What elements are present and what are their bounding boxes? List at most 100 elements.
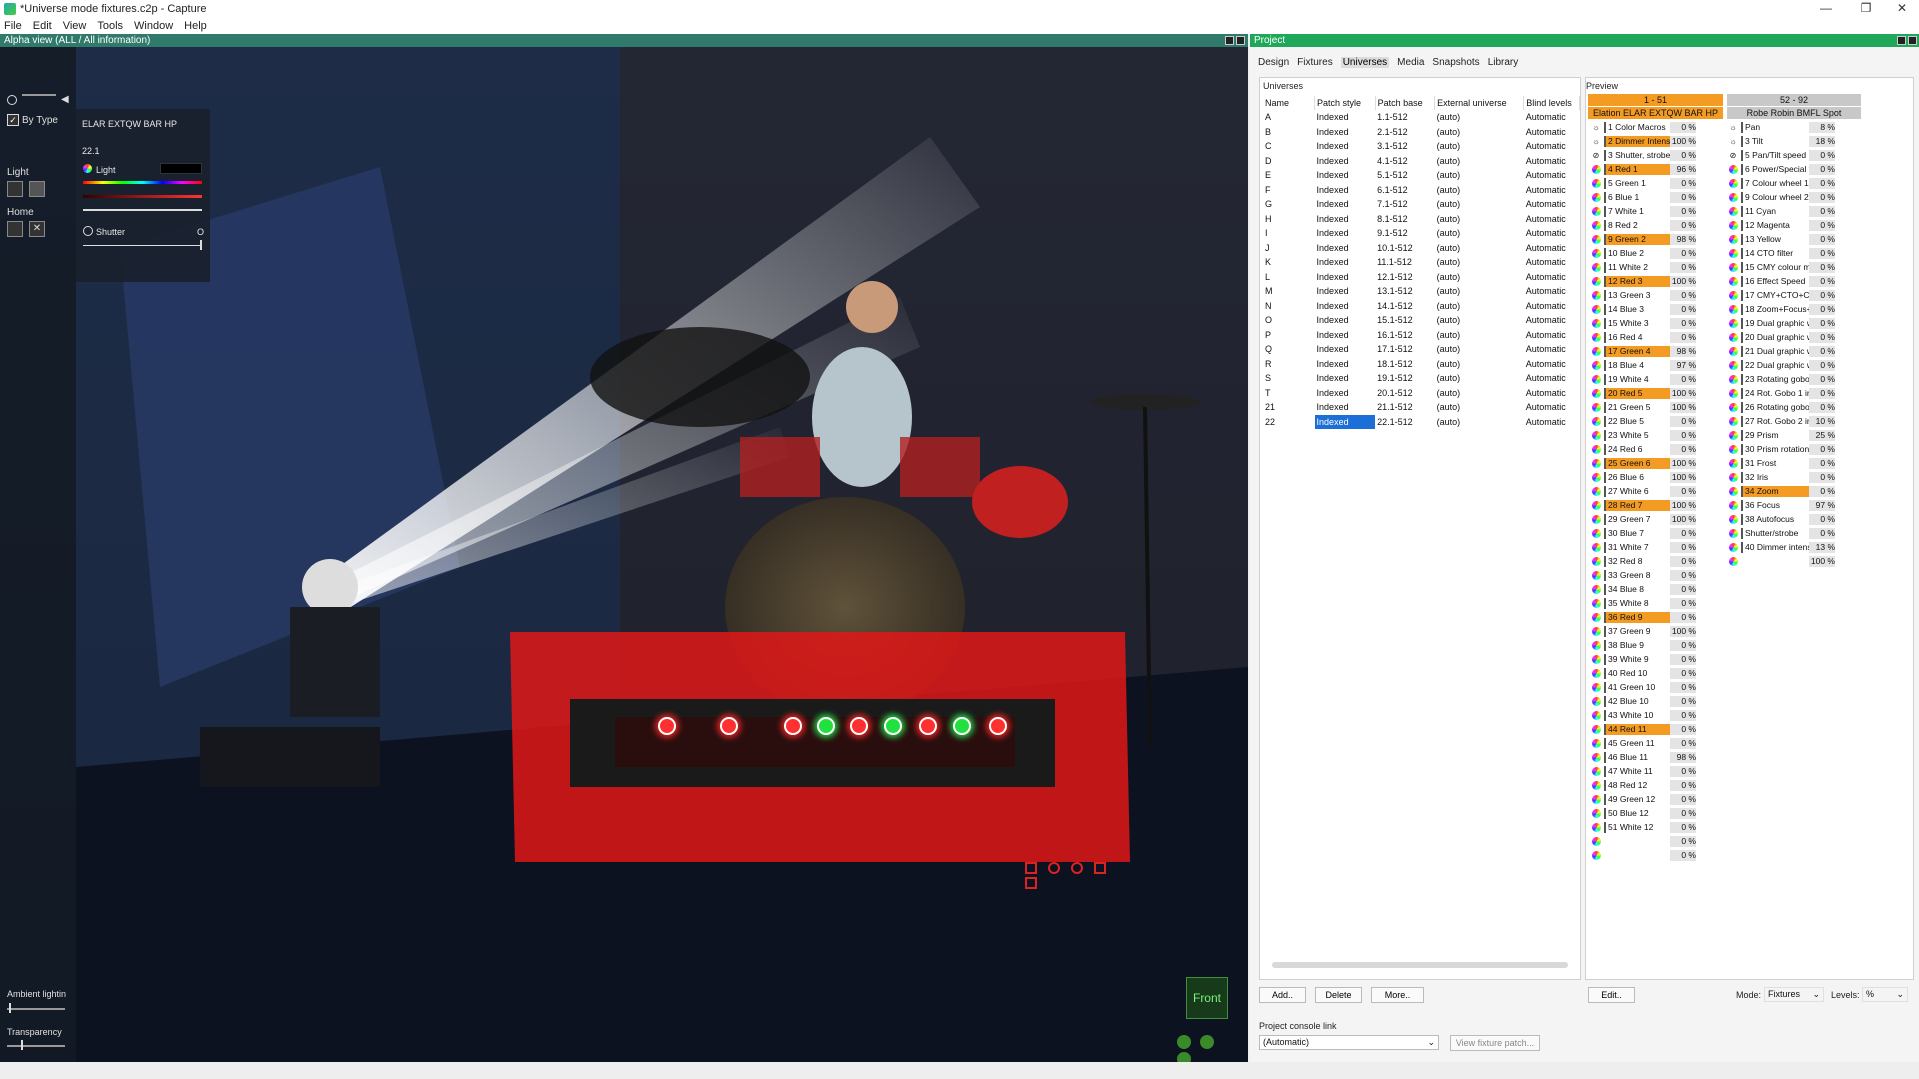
table-row[interactable]: C Indexed 3.1-512 (auto) Automatic bbox=[1263, 139, 1580, 154]
camera-cube[interactable]: Front bbox=[1186, 977, 1228, 1019]
edit-button[interactable]: Edit.. bbox=[1588, 987, 1635, 1003]
copy-tool-icon[interactable] bbox=[1094, 862, 1107, 874]
channel-row[interactable]: 35 White 8 0 % bbox=[1604, 597, 1722, 611]
channel-row[interactable]: 12 Magenta 0 % bbox=[1741, 219, 1861, 233]
color-swatch[interactable] bbox=[160, 163, 202, 174]
channel-row[interactable]: 3 Tilt 18 % bbox=[1741, 135, 1861, 149]
channel-row[interactable]: 0 % bbox=[1604, 849, 1722, 863]
col-name[interactable]: Name bbox=[1263, 96, 1316, 110]
ambient-knob[interactable] bbox=[9, 1003, 11, 1013]
mode-select[interactable]: Fixtures ⌄ bbox=[1764, 987, 1824, 1002]
channel-row[interactable]: Shutter/strobe 0 % bbox=[1741, 527, 1861, 541]
channel-row[interactable]: 51 White 12 0 % bbox=[1604, 821, 1722, 835]
console-link-select[interactable]: (Automatic) ⌄ bbox=[1259, 1035, 1439, 1050]
channel-row[interactable]: 9 Green 2 98 % bbox=[1604, 233, 1722, 247]
channel-row[interactable]: 48 Red 12 0 % bbox=[1604, 779, 1722, 793]
menu-file[interactable]: File bbox=[4, 20, 22, 32]
channel-row[interactable]: 49 Green 12 0 % bbox=[1604, 793, 1722, 807]
alpha-view-3d[interactable]: ◀ ✓ By Type Light Home ✕ Ambient lightin… bbox=[0, 47, 1248, 1062]
channel-row[interactable]: 21 Green 5 100 % bbox=[1604, 401, 1722, 415]
menu-edit[interactable]: Edit bbox=[33, 20, 52, 32]
channel-row[interactable]: 0 % bbox=[1604, 835, 1722, 849]
table-row[interactable]: 21 Indexed 21.1-512 (auto) Automatic bbox=[1263, 400, 1580, 415]
table-row[interactable]: O Indexed 15.1-512 (auto) Automatic bbox=[1263, 313, 1580, 328]
channel-row[interactable]: 5 Pan/Tilt speed , P0 % bbox=[1741, 149, 1861, 163]
channel-row[interactable]: 36 Focus 97 % bbox=[1741, 499, 1861, 513]
channel-row[interactable]: 10 Blue 2 0 % bbox=[1604, 247, 1722, 261]
channel-row[interactable]: 11 White 2 0 % bbox=[1604, 261, 1722, 275]
channel-row[interactable]: 38 Blue 9 0 % bbox=[1604, 639, 1722, 653]
light-off-button[interactable] bbox=[7, 181, 23, 197]
table-row[interactable]: R Indexed 18.1-512 (auto) Automatic bbox=[1263, 357, 1580, 372]
project-maximize-button[interactable] bbox=[1908, 36, 1917, 45]
channel-row[interactable]: 9 Colour wheel 20 % bbox=[1741, 191, 1861, 205]
channel-row[interactable]: 7 Colour wheel 10 % bbox=[1741, 177, 1861, 191]
power-tool-icon[interactable] bbox=[1071, 862, 1084, 874]
channel-row[interactable]: 46 Blue 11 98 % bbox=[1604, 751, 1722, 765]
tab-design[interactable]: Design bbox=[1258, 57, 1289, 68]
tab-library[interactable]: Library bbox=[1488, 57, 1519, 68]
channel-row[interactable]: 7 White 1 0 % bbox=[1604, 205, 1722, 219]
select-tool-icon[interactable] bbox=[1025, 862, 1037, 874]
table-row[interactable]: M Indexed 13.1-512 (auto) Automatic bbox=[1263, 284, 1580, 299]
channel-row[interactable]: 41 Green 10 0 % bbox=[1604, 681, 1722, 695]
menu-view[interactable]: View bbox=[63, 20, 87, 32]
saturation-slider[interactable] bbox=[83, 195, 202, 198]
channel-row[interactable]: 100 % bbox=[1741, 555, 1861, 569]
channel-row[interactable]: 30 Blue 7 0 % bbox=[1604, 527, 1722, 541]
channel-row[interactable]: 37 Green 9 100 % bbox=[1604, 625, 1722, 639]
project-float-button[interactable] bbox=[1897, 36, 1906, 45]
tab-fixtures[interactable]: Fixtures bbox=[1297, 57, 1333, 68]
channel-row[interactable]: 25 Green 6 100 % bbox=[1604, 457, 1722, 471]
ambient-slider[interactable] bbox=[7, 1008, 65, 1010]
channel-row[interactable]: 50 Blue 12 0 % bbox=[1604, 807, 1722, 821]
channel-row[interactable]: 31 Frost 0 % bbox=[1741, 457, 1861, 471]
collapse-icon[interactable]: ◀ bbox=[61, 94, 69, 105]
channel-row[interactable]: 11 Cyan 0 % bbox=[1741, 205, 1861, 219]
channel-row[interactable]: 2 Dimmer Intensity100 % bbox=[1604, 135, 1722, 149]
minimize-icon[interactable]: — bbox=[1808, 0, 1844, 17]
tab-snapshots[interactable]: Snapshots bbox=[1432, 57, 1479, 68]
view-maximize-button[interactable] bbox=[1236, 36, 1245, 45]
channel-row[interactable]: 6 Power/Special fu 0 % bbox=[1741, 163, 1861, 177]
table-row[interactable]: S Indexed 19.1-512 (auto) Automatic bbox=[1263, 371, 1580, 386]
channel-row[interactable]: 45 Green 11 0 % bbox=[1604, 737, 1722, 751]
col-patch-style[interactable]: Patch style bbox=[1314, 96, 1376, 110]
menu-tools[interactable]: Tools bbox=[97, 20, 123, 32]
transparency-knob[interactable] bbox=[21, 1040, 23, 1050]
table-row[interactable]: J Indexed 10.1-512 (auto) Automatic bbox=[1263, 241, 1580, 256]
table-row[interactable]: T Indexed 20.1-512 (auto) Automatic bbox=[1263, 386, 1580, 401]
channel-row[interactable]: 27 White 6 0 % bbox=[1604, 485, 1722, 499]
more-button[interactable]: More.. bbox=[1371, 987, 1424, 1003]
close-icon[interactable]: ✕ bbox=[1884, 0, 1919, 17]
menu-window[interactable]: Window bbox=[134, 20, 173, 32]
channel-row[interactable]: 32 Iris 0 % bbox=[1741, 471, 1861, 485]
channel-row[interactable]: 20 Red 5 100 % bbox=[1604, 387, 1722, 401]
channel-row[interactable]: 15 CMY colour mac0 % bbox=[1741, 261, 1861, 275]
channel-row[interactable]: 8 Red 2 0 % bbox=[1604, 219, 1722, 233]
channel-row[interactable]: 31 White 7 0 % bbox=[1604, 541, 1722, 555]
table-row[interactable]: L Indexed 12.1-512 (auto) Automatic bbox=[1263, 270, 1580, 285]
channel-row[interactable]: 29 Prism 25 % bbox=[1741, 429, 1861, 443]
channel-row[interactable]: 5 Green 1 0 % bbox=[1604, 177, 1722, 191]
light-bulb-icon[interactable] bbox=[29, 181, 45, 197]
table-row[interactable]: P Indexed 16.1-512 (auto) Automatic bbox=[1263, 328, 1580, 343]
table-row[interactable]: 22 Indexed 22.1-512 (auto) Automatic bbox=[1263, 414, 1580, 429]
channel-row[interactable]: 28 Red 7 100 % bbox=[1604, 499, 1722, 513]
channel-row[interactable]: 23 Rotating gobo 0 % bbox=[1741, 373, 1861, 387]
channel-row[interactable]: 40 Red 10 0 % bbox=[1604, 667, 1722, 681]
channel-row[interactable]: Pan 8 % bbox=[1741, 121, 1861, 135]
shutter-knob[interactable] bbox=[200, 240, 202, 250]
channel-row[interactable]: 12 Red 3 100 % bbox=[1604, 275, 1722, 289]
channel-row[interactable]: 42 Blue 10 0 % bbox=[1604, 695, 1722, 709]
table-row[interactable]: D Indexed 4.1-512 (auto) Automatic bbox=[1263, 154, 1580, 169]
delete-universe-button[interactable]: Delete bbox=[1315, 987, 1362, 1003]
channel-row[interactable]: 34 Blue 8 0 % bbox=[1604, 583, 1722, 597]
levels-select[interactable]: % ⌄ bbox=[1862, 987, 1908, 1002]
table-row[interactable]: K Indexed 11.1-512 (auto) Automatic bbox=[1263, 255, 1580, 270]
channel-row[interactable]: 19 Dual graphic wh0 % bbox=[1741, 317, 1861, 331]
channel-row[interactable]: 13 Green 3 0 % bbox=[1604, 289, 1722, 303]
channel-row[interactable]: 18 Blue 4 97 % bbox=[1604, 359, 1722, 373]
channel-row[interactable]: 1 Color Macros 0 % bbox=[1604, 121, 1722, 135]
master-slider[interactable] bbox=[22, 94, 56, 96]
